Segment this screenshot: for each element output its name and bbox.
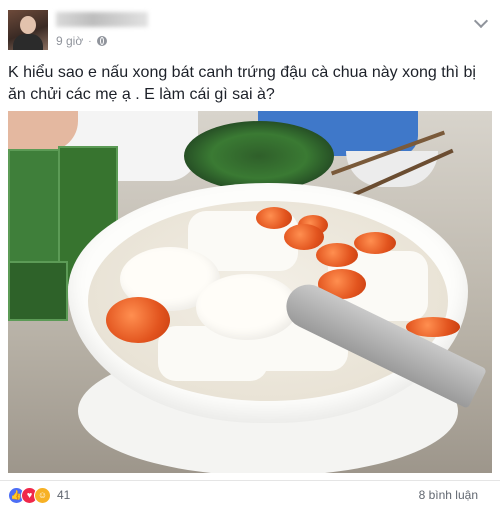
photo-rice-cake [8, 261, 68, 321]
post-meta: 9 giờ · [56, 33, 107, 49]
reaction-count: 41 [57, 488, 71, 502]
post-text-content: K hiểu sao e nấu xong bát canh trứng đậu… [8, 64, 476, 103]
chevron-down-icon[interactable] [473, 13, 489, 29]
photo-egg [196, 274, 298, 340]
facebook-post: 9 giờ · K hiểu sao e nấu xong bát canh t… [0, 0, 500, 511]
reaction-summary[interactable]: 👍 ♥ ☺ 41 [8, 486, 71, 504]
avatar-body [13, 34, 43, 50]
avatar-face [20, 16, 36, 34]
post-text: K hiểu sao e nấu xong bát canh trứng đậu… [8, 62, 492, 106]
photo-tomato [284, 224, 324, 250]
divider [0, 480, 500, 481]
blurred-author-name[interactable] [56, 12, 148, 27]
avatar[interactable] [8, 10, 48, 50]
post-photo[interactable] [8, 111, 492, 473]
photo-tomato [354, 232, 396, 254]
photo-tomato [256, 207, 292, 229]
photo-tomato [316, 243, 358, 267]
separator: · [88, 35, 92, 47]
timestamp[interactable]: 9 giờ [56, 34, 83, 48]
photo-greens [184, 121, 334, 191]
photo-tomato [106, 297, 170, 343]
comment-count[interactable]: 8 bình luận [419, 488, 478, 502]
haha-icon: ☺ [34, 486, 51, 504]
globe-icon[interactable] [96, 36, 107, 46]
